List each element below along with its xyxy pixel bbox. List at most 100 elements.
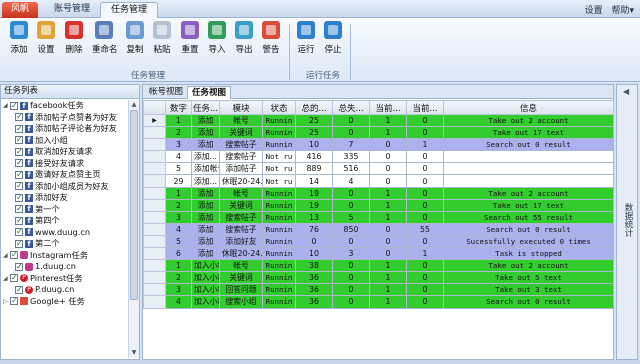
task-checkbox[interactable] (15, 135, 23, 145)
table-row[interactable]: 3加入小组回答问题Runnin36010Take out 3 text (143, 283, 614, 297)
column-header[interactable]: 任务... (191, 100, 220, 115)
paste-button[interactable]: 粘贴 (150, 21, 174, 55)
table-row[interactable]: 2 添加 关键词 Runnin 25 0 1 0 Take out 17 text (143, 126, 614, 140)
copy-button[interactable]: 复制 (123, 21, 147, 55)
tree-group[interactable]: ▷ Google+ 任务 (1, 296, 128, 308)
row-indicator[interactable] (143, 162, 166, 176)
row-indicator[interactable] (143, 198, 166, 212)
task-checkbox[interactable] (15, 204, 23, 214)
column-header[interactable]: 信息 (443, 100, 614, 115)
row-indicator[interactable] (143, 210, 166, 224)
rename-button[interactable]: 重命名 (92, 21, 118, 55)
table-row[interactable]: 3 添加 搜索帖子 Runnin 10 7 0 1 Search out 0 result (143, 138, 614, 152)
task-checkbox[interactable] (15, 284, 23, 295)
expand-toggle-icon[interactable]: ▷ (3, 296, 10, 307)
expand-toggle-icon[interactable]: ◢ (3, 100, 10, 111)
task-checkbox[interactable] (15, 215, 23, 226)
task-checkbox[interactable] (15, 192, 23, 203)
delete-button[interactable]: 删除 (62, 21, 86, 55)
column-header[interactable]: 当前... (406, 100, 444, 115)
task-checkbox[interactable] (10, 100, 18, 111)
row-indicator[interactable] (143, 247, 166, 261)
column-header[interactable]: 当前... (369, 100, 407, 115)
settings-button[interactable]: 设置 (34, 21, 58, 55)
table-row[interactable]: 4加入小组搜索小组Runnin36010Search out 0 result (143, 295, 614, 309)
warning-button[interactable]: 警告 (259, 21, 283, 55)
stop-button[interactable]: 停止 (321, 21, 345, 55)
row-indicator[interactable] (143, 283, 166, 297)
tree-item[interactable]: f添加小组成员为好友 (1, 181, 128, 193)
column-header[interactable]: 总失... (332, 100, 370, 115)
tree-item[interactable]: f取消加好友请求 (1, 146, 128, 158)
task-checkbox[interactable] (10, 250, 18, 260)
statistics-side-panel[interactable]: ◀ 数据统计 (616, 84, 638, 360)
tree-item[interactable]: f第四个 (1, 215, 128, 227)
table-row[interactable]: ▶ 1 添加 帐号 Runnin 25 0 1 0 Take out 2 account (143, 113, 614, 128)
row-indicator[interactable] (143, 222, 166, 236)
column-header[interactable]: 状态 (262, 100, 296, 115)
row-indicator[interactable] (143, 259, 166, 273)
tree-item[interactable]: 1.duug.cn (1, 261, 128, 273)
tree-item[interactable]: f添加好友 (1, 192, 128, 204)
tree-item[interactable]: f添加帖子点赞者为好友 (1, 112, 128, 124)
table-row[interactable]: 5添加帐号添加帖子Not ru88951600 (143, 162, 614, 176)
run-button[interactable]: 运行 (294, 21, 318, 55)
tab-task-view[interactable]: 任务视图 (187, 86, 232, 99)
row-indicator[interactable] (143, 234, 166, 249)
import-button[interactable]: 导入 (205, 21, 229, 55)
table-row[interactable]: 5 添加 添加好友 Runnin 0 0 0 0 Sucessfully executed 0 … (143, 234, 614, 249)
task-checkbox[interactable] (10, 296, 18, 306)
tab-brand[interactable]: 风帆 (2, 2, 38, 18)
tree-item[interactable]: f邀请好友点赞主页 (1, 169, 128, 181)
row-indicator[interactable] (143, 271, 166, 285)
tree-group[interactable]: ◢ PPinterest任务 (1, 273, 128, 285)
table-row[interactable]: 4 添加 搜索帖子 Runnin 76 850 0 55 Search out 0 result (143, 222, 614, 236)
task-checkbox[interactable] (15, 123, 23, 134)
scroll-down-icon[interactable]: ▼ (130, 349, 138, 357)
row-indicator[interactable] (143, 295, 166, 309)
reset-button[interactable]: 重置 (178, 21, 202, 55)
table-row[interactable]: 1加入小组帐号Runnin38010Take out 2 account (143, 259, 614, 273)
tree-item[interactable]: f接受好友请求 (1, 158, 128, 170)
help-menu[interactable]: 帮助▾ (611, 6, 634, 16)
row-indicator[interactable] (143, 186, 166, 200)
task-checkbox[interactable] (15, 181, 23, 191)
table-row[interactable]: 1 添加 帐号 Runnin 19 0 1 0 Take out 2 account (143, 186, 614, 200)
task-checkbox[interactable] (15, 169, 23, 180)
tree-item[interactable]: fwww.duug.cn (1, 227, 128, 239)
column-header[interactable]: 数字 (165, 100, 192, 115)
row-indicator[interactable] (143, 126, 166, 140)
task-checkbox[interactable] (15, 112, 23, 122)
row-indicator[interactable] (143, 150, 166, 164)
task-checkbox[interactable] (15, 146, 23, 157)
row-indicator[interactable] (143, 174, 166, 188)
table-row[interactable]: 6添加休眠20-24...Runnin10301Task is stopped (143, 247, 614, 261)
table-row[interactable]: 4 添加... 搜索帖子 Not ru 416 335 0 0 (143, 150, 614, 164)
column-header[interactable]: 总的... (295, 100, 333, 115)
export-button[interactable]: 导出 (232, 21, 256, 55)
table-row[interactable]: 2 添加 关键词 Runnin 19 0 1 0 Take out 17 text (143, 198, 614, 212)
tree-item[interactable]: f添加帖子评论者为好友 (1, 123, 128, 135)
scroll-up-icon[interactable]: ▲ (130, 101, 138, 109)
tree-item[interactable]: f第一个 (1, 204, 128, 216)
expand-toggle-icon[interactable]: ◢ (3, 250, 10, 261)
task-checkbox[interactable] (10, 273, 18, 283)
table-row[interactable]: 3 添加 搜索帖子 Runnin 13 5 1 0 Search out 55 result (143, 210, 614, 224)
table-row[interactable]: 2加入小组关键词Runnin36010Take out 5 text (143, 271, 614, 285)
task-checkbox[interactable] (15, 238, 23, 249)
add-button[interactable]: 添加 (7, 21, 31, 55)
tree-item[interactable]: PP.duug.cn (1, 284, 128, 296)
expand-toggle-icon[interactable]: ◢ (3, 273, 10, 284)
task-checkbox[interactable] (15, 227, 23, 237)
task-checkbox[interactable] (15, 261, 23, 272)
tree-item[interactable]: f第二个 (1, 238, 128, 250)
tab-account-management[interactable]: 账号管理 (46, 2, 98, 18)
tree-group[interactable]: ◢ ffacebook任务 (1, 100, 128, 112)
tab-account-view[interactable]: 帐号视图 (145, 86, 187, 99)
task-checkbox[interactable] (15, 158, 23, 168)
table-row[interactable]: 29添加...休眠20-24...Not ru14400 (143, 174, 614, 188)
column-header[interactable]: 模块 (219, 100, 263, 115)
scroll-thumb[interactable] (130, 110, 138, 300)
task-list-scrollbar[interactable]: ▲ ▼ (128, 100, 139, 358)
collapse-left-icon[interactable]: ◀ (623, 87, 629, 96)
